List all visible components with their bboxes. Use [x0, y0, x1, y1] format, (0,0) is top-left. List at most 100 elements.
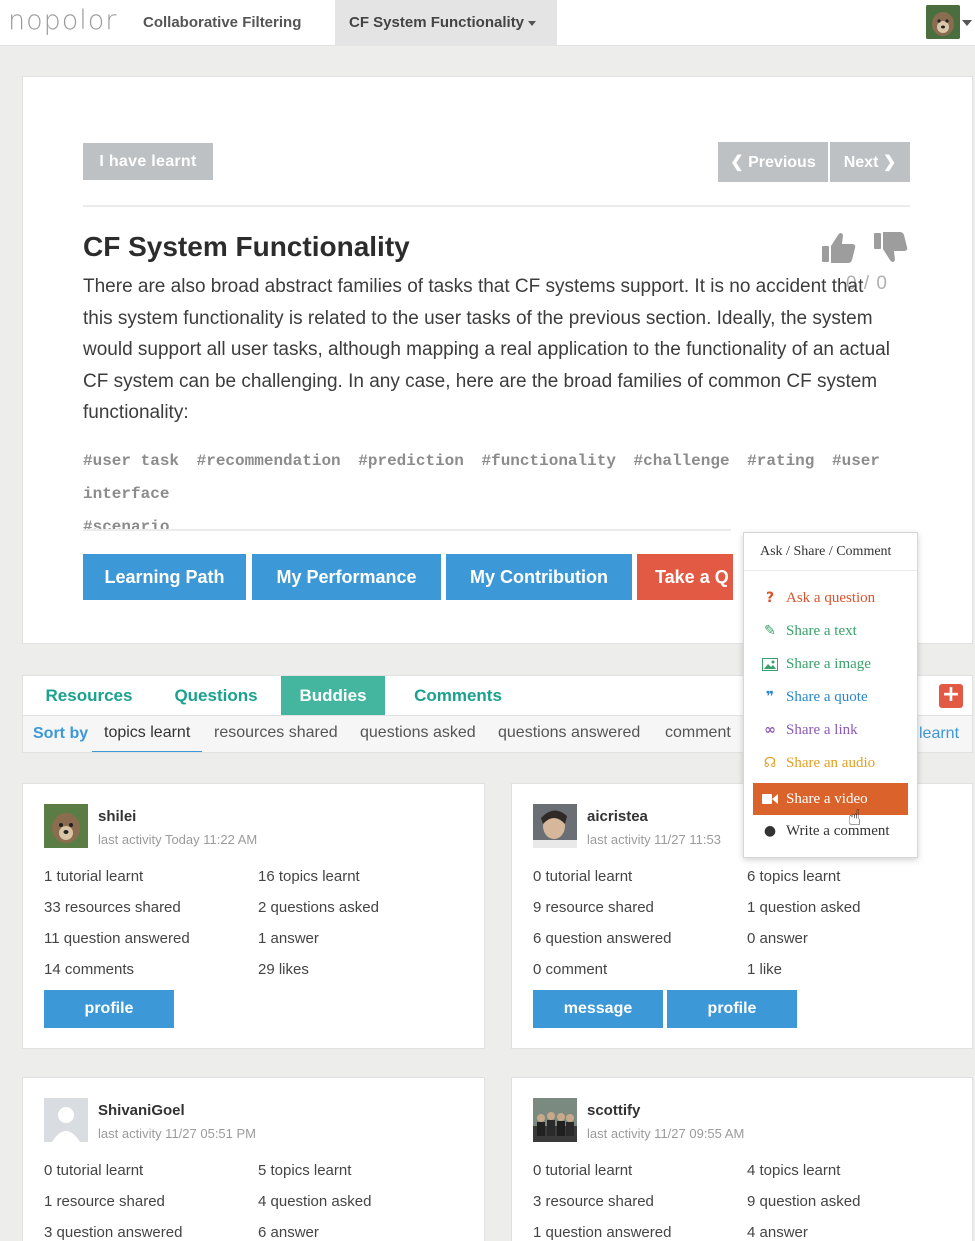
- nav-collaborative-filtering[interactable]: Collaborative Filtering: [131, 0, 313, 46]
- stat-answers: 6 answer: [258, 1224, 319, 1241]
- my-performance-button[interactable]: My Performance: [252, 554, 441, 600]
- menu-item-label: Write a comment: [786, 823, 890, 839]
- tab-resources[interactable]: Resources: [31, 676, 147, 716]
- stat-resources: 3 resource shared: [533, 1193, 654, 1210]
- question-icon: ?: [765, 590, 775, 606]
- profile-button[interactable]: profile: [44, 990, 174, 1028]
- my-contribution-button[interactable]: My Contribution: [446, 554, 632, 600]
- sort-comments[interactable]: comment: [665, 724, 731, 742]
- menu-item-share-quote[interactable]: ❞ Share a quote: [753, 681, 908, 713]
- sort-questions-asked[interactable]: questions asked: [360, 724, 476, 742]
- stat-questions-answered: 1 question answered: [533, 1224, 672, 1241]
- last-activity: last activity 11/27 09:55 AM: [587, 1126, 745, 1141]
- tab-buddies[interactable]: Buddies: [281, 676, 385, 716]
- logo[interactable]: nopolor: [8, 5, 117, 36]
- message-button[interactable]: message: [533, 990, 663, 1028]
- stat-answers: 1 answer: [258, 930, 319, 947]
- thumbs-up-icon[interactable]: [820, 229, 858, 267]
- learning-path-button[interactable]: Learning Path: [83, 554, 246, 600]
- menu-item-label: Share a image: [786, 656, 871, 672]
- comment-icon: ●: [763, 823, 777, 839]
- stat-questions-asked: 2 questions asked: [258, 899, 379, 916]
- nav-cf-system-functionality-label: CF System Functionality: [349, 14, 525, 31]
- avatar[interactable]: [533, 1098, 577, 1142]
- sort-learnt[interactable]: learnt: [919, 725, 959, 743]
- next-label: Next: [843, 154, 879, 171]
- buddy-name[interactable]: ShivaniGoel: [98, 1102, 185, 1119]
- add-post-button[interactable]: +: [939, 684, 963, 708]
- avatar[interactable]: [44, 804, 88, 848]
- sort-topics-learnt[interactable]: topics learnt: [92, 724, 203, 752]
- person-avatar-image: [533, 804, 577, 848]
- avatar[interactable]: [44, 1098, 88, 1142]
- stat-questions-answered: 11 question answered: [44, 930, 190, 947]
- buddy-card: shilei last activity Today 11:22 AM 1 tu…: [22, 783, 485, 1049]
- stat-answers: 0 answer: [747, 930, 808, 947]
- buddy-name[interactable]: shilei: [98, 808, 136, 825]
- last-activity: last activity 11/27 11:53: [587, 832, 721, 847]
- menu-item-ask-question[interactable]: ? Ask a question: [753, 582, 908, 614]
- menu-item-label: Share a quote: [786, 689, 868, 705]
- tag[interactable]: #rating: [747, 452, 814, 470]
- menu-item-label: Share a link: [786, 722, 858, 738]
- stat-topics: 16 topics learnt: [258, 868, 360, 885]
- last-activity: last activity 11/27 05:51 PM: [98, 1126, 257, 1141]
- top-navigation: nopolor Collaborative Filtering CF Syste…: [0, 0, 975, 46]
- nav-cf-system-functionality[interactable]: CF System Functionality: [335, 0, 557, 46]
- stat-comments: 0 comment: [533, 961, 608, 978]
- tag[interactable]: #user task: [83, 452, 179, 470]
- menu-item-label: Share an audio: [786, 755, 876, 771]
- tag[interactable]: #challenge: [634, 452, 730, 470]
- tag[interactable]: #functionality: [482, 452, 616, 470]
- dog-avatar-image: [926, 5, 960, 39]
- stat-likes: 29 likes: [258, 961, 309, 978]
- avatar[interactable]: [533, 804, 577, 848]
- stat-resources: 1 resource shared: [44, 1193, 165, 1210]
- hand-cursor-icon: ☝: [848, 806, 862, 831]
- sort-questions-answered[interactable]: questions answered: [498, 724, 640, 742]
- menu-item-share-video[interactable]: Share a video: [753, 783, 908, 815]
- tag[interactable]: #recommendation: [197, 452, 341, 470]
- menu-item-share-image[interactable]: Share a image: [753, 648, 908, 680]
- quote-icon: ❞: [765, 689, 775, 705]
- buddy-name[interactable]: scottify: [587, 1102, 640, 1119]
- plus-icon: +: [941, 682, 961, 707]
- video-icon: [761, 783, 779, 815]
- chevron-down-icon: [528, 20, 537, 26]
- stat-topics: 5 topics learnt: [258, 1162, 352, 1179]
- stat-tutorials: 0 tutorial learnt: [533, 1162, 633, 1179]
- tab-questions[interactable]: Questions: [159, 676, 273, 716]
- sort-resources-shared[interactable]: resources shared: [214, 724, 338, 742]
- stat-questions-asked: 1 question asked: [747, 899, 861, 916]
- buddy-name[interactable]: aicristea: [587, 808, 648, 825]
- topic-title: CF System Functionality: [83, 231, 410, 262]
- stat-tutorials: 1 tutorial learnt: [44, 868, 144, 885]
- user-avatar[interactable]: [926, 5, 960, 39]
- pencil-icon: ✎: [764, 623, 776, 639]
- menu-item-share-link[interactable]: ∞ Share a link: [753, 714, 908, 746]
- thumbs-down-icon[interactable]: [872, 229, 910, 267]
- stat-tutorials: 0 tutorial learnt: [44, 1162, 144, 1179]
- tag[interactable]: #prediction: [358, 452, 464, 470]
- tag[interactable]: #scenario: [83, 518, 169, 536]
- previous-button[interactable]: ❮ Previous: [718, 142, 828, 182]
- take-a-quiz-button[interactable]: Take a Q: [637, 554, 733, 600]
- next-button[interactable]: Next ❯: [830, 142, 910, 182]
- avatar-caret-icon[interactable]: [962, 20, 972, 26]
- menu-item-label: Share a video: [786, 791, 868, 807]
- menu-item-share-audio[interactable]: ☊ Share an audio: [753, 747, 908, 779]
- menu-item-share-text[interactable]: ✎ Share a text: [753, 615, 908, 647]
- topic-description: There are also broad abstract families o…: [83, 276, 890, 423]
- menu-item-label: Ask a question: [786, 590, 876, 606]
- chevron-right-icon: ❯: [882, 154, 897, 171]
- tab-comments[interactable]: Comments: [395, 676, 521, 716]
- chevron-left-icon: ❮: [730, 154, 744, 171]
- link-icon: ∞: [764, 722, 776, 738]
- menu-item-label: Share a text: [786, 623, 857, 639]
- i-have-learnt-button[interactable]: I have learnt: [83, 143, 213, 180]
- menu-item-write-comment[interactable]: ● Write a comment: [753, 815, 908, 847]
- profile-button[interactable]: profile: [667, 990, 797, 1028]
- default-avatar-icon: [44, 1098, 88, 1142]
- stat-questions-answered: 3 question answered: [44, 1224, 183, 1241]
- stat-questions-asked: 4 question asked: [258, 1193, 372, 1210]
